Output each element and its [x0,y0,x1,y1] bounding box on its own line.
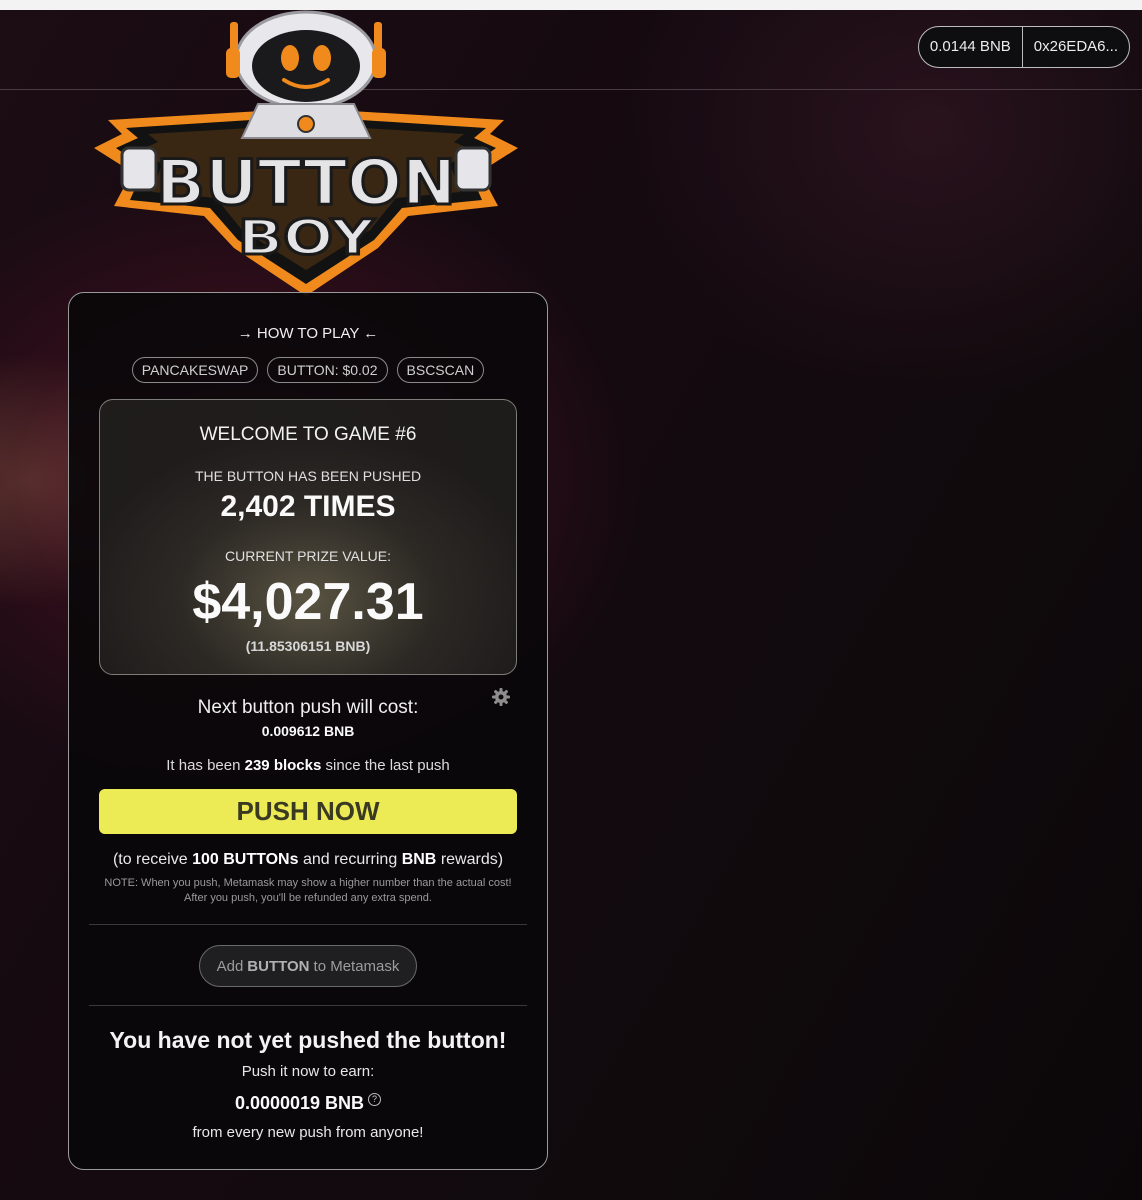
prize-label: CURRENT PRIZE VALUE: [225,548,391,564]
add-token: BUTTON [247,957,310,975]
not-pushed-heading: You have not yet pushed the button! [109,1027,507,1053]
button-price-link[interactable]: BUTTON: $0.02 [267,357,388,383]
prize-bnb-value: (11.85306151 BNB) [245,638,371,654]
next-cost-label: Next button push will cost: [197,697,419,718]
note-line-1: NOTE: When you push, Metamask may show a… [104,877,512,889]
prize-value: $4,027.31 [192,573,424,631]
push-now-button[interactable]: PUSH NOW [99,789,517,834]
receive-mid: and recurring [302,851,398,868]
receive-amount: 100 BUTTONs [192,851,299,868]
help-icon[interactable]: ? [368,1093,382,1106]
next-cost-value: 0.009612 BNB [261,723,355,739]
add-to-metamask-button[interactable]: Add BUTTON to Metamask [199,945,417,987]
game-stats-card: WELCOME TO GAME #6 THE BUTTON HAS BEEN P… [99,399,517,675]
metamask-note: NOTE: When you push, Metamask may show a… [69,876,547,906]
add-prefix: Add [216,957,244,975]
divider [89,1005,527,1006]
pancakeswap-link[interactable]: PANCAKESWAP [131,357,259,383]
note-line-2: After you push, you'll be refunded any e… [184,892,432,904]
button-boy-logo: BUTTON BOY [94,10,518,296]
wallet-balance: 0.0144 BNB [929,38,1011,55]
blocks-suffix: since the last push [325,757,450,774]
game-panel: → HOW TO PLAY ← PANCAKESWAP BUTTON: $0.0… [68,292,548,1170]
add-suffix: to Metamask [313,957,400,975]
push-to-earn-label: Push it now to earn: [241,1063,375,1080]
bscscan-link[interactable]: BSCSCAN [396,357,485,383]
receive-prefix: (to receive [112,851,188,868]
earn-value: 0.0000019 BNB? [69,1093,547,1114]
wallet-address[interactable]: 0x26EDA6... [1023,27,1129,67]
earn-description: from every new push from anyone! [192,1124,424,1141]
blocks-since-push: It has been 239 blocks since the last pu… [69,757,547,774]
welcome-title: WELCOME TO GAME #6 [199,424,417,445]
pushed-count: 2,402 TIMES [220,490,396,523]
logo-text-button: BUTTON [156,146,456,219]
pushed-label: THE BUTTON HAS BEEN PUSHED [194,468,422,484]
wallet-pill[interactable]: 0.0144 BNB 0x26EDA6... [917,26,1130,68]
earn-amount: 0.0000019 BNB [234,1093,365,1113]
reward-description: (to receive 100 BUTTONs and recurring BN… [69,851,547,869]
receive-suffix: rewards) [440,851,504,868]
blocks-prefix: It has been [166,757,241,774]
divider [89,924,527,925]
external-links: PANCAKESWAP BUTTON: $0.02 BSCSCAN [69,357,547,383]
receive-token: BNB [401,851,437,868]
blocks-value: 239 blocks [244,757,322,774]
logo-text-boy: BOY [238,210,376,266]
how-to-play-link[interactable]: → HOW TO PLAY ← [69,325,547,342]
